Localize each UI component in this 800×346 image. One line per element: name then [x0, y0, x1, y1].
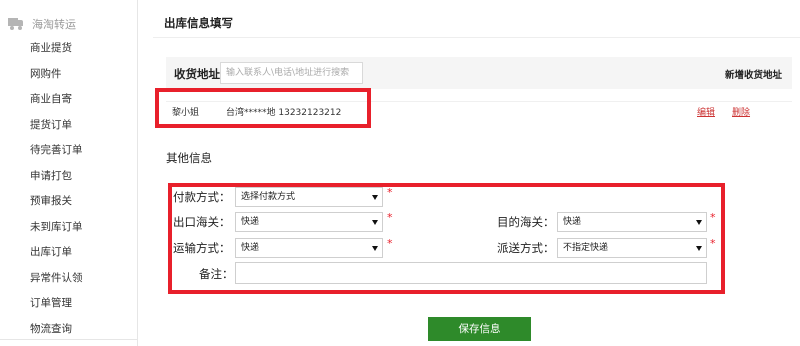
sidebar-header-label: 海淘转运	[32, 18, 76, 31]
save-button[interactable]: 保存信息	[428, 317, 531, 341]
sidebar-item-pending-orders[interactable]: 待完善订单	[30, 138, 83, 164]
truck-icon	[8, 18, 24, 30]
highlight-box-other-info	[168, 183, 725, 294]
sidebar-item-apply-packing[interactable]: 申请打包	[30, 164, 83, 190]
sidebar-item-pickup-orders[interactable]: 提货订单	[30, 113, 83, 139]
sidebar: 海淘转运 商业提货 网购件 商业自寄 提货订单 待完善订单 申请打包 预审报关 …	[0, 0, 138, 346]
address-label: 收货地址	[174, 67, 220, 81]
title-divider	[153, 37, 800, 38]
sidebar-item-online-purchase[interactable]: 网购件	[30, 62, 83, 88]
new-address-link[interactable]: 新增收货地址	[725, 67, 782, 81]
other-info-title: 其他信息	[166, 151, 212, 165]
sidebar-item-exception-claim[interactable]: 异常件认领	[30, 266, 83, 292]
sidebar-item-commercial-self-send[interactable]: 商业自寄	[30, 87, 83, 113]
sidebar-divider	[0, 339, 138, 340]
address-bar: 收货地址 新增收货地址	[166, 57, 792, 89]
sidebar-item-pre-declaration[interactable]: 预审报关	[30, 189, 83, 215]
delete-address-link[interactable]: 删除	[732, 105, 750, 118]
highlight-box-address	[155, 88, 371, 128]
address-search-input[interactable]	[220, 62, 363, 84]
sidebar-item-outbound-orders[interactable]: 出库订单	[30, 240, 83, 266]
sidebar-item-not-arrived-orders[interactable]: 未到库订单	[30, 215, 83, 241]
sidebar-menu: 商业提货 网购件 商业自寄 提货订单 待完善订单 申请打包 预审报关 未到库订单…	[30, 36, 83, 342]
sidebar-header: 海淘转运	[8, 14, 76, 34]
sidebar-item-order-management[interactable]: 订单管理	[30, 291, 83, 317]
edit-address-link[interactable]: 编辑	[697, 105, 715, 118]
main-content: 出库信息填写 收货地址 新增收货地址 黎小姐 台湾*****地 13232123…	[139, 0, 800, 346]
page-title: 出库信息填写	[164, 16, 233, 30]
sidebar-item-commercial-pickup[interactable]: 商业提货	[30, 36, 83, 62]
